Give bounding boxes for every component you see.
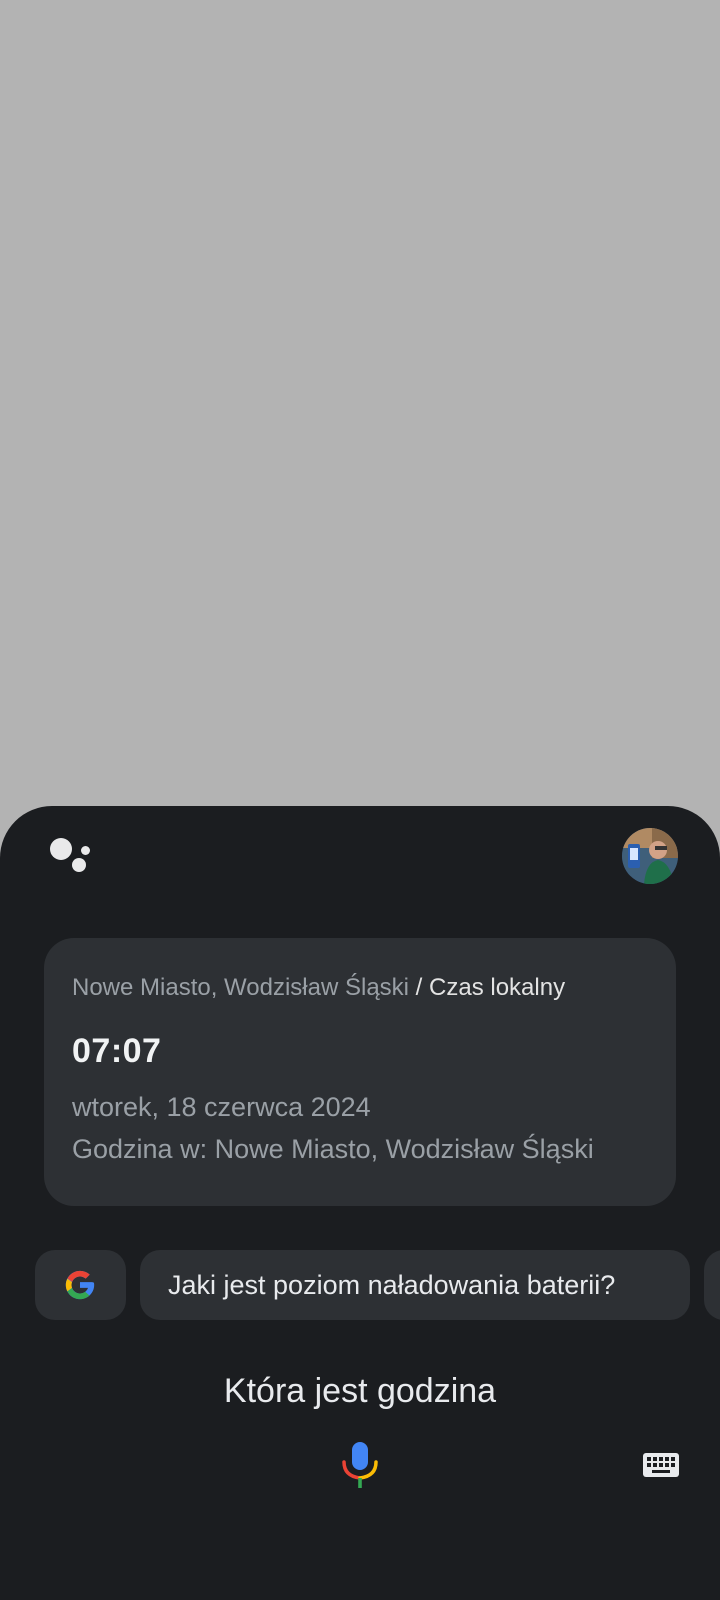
card-source-label: Czas lokalny	[429, 974, 566, 1001]
user-avatar-icon	[622, 828, 678, 884]
suggestion-chip-battery[interactable]: Jaki jest poziom naładowania baterii?	[140, 1250, 690, 1320]
keyboard-icon[interactable]	[642, 1450, 680, 1480]
card-place: Godzina w: Nowe Miasto, Wodzisław Śląski	[72, 1134, 594, 1164]
card-source-separator: /	[409, 974, 430, 1001]
google-search-chip[interactable]	[35, 1250, 126, 1320]
card-location: Nowe Miasto, Wodzisław Śląski	[72, 974, 409, 1001]
microphone-icon[interactable]	[340, 1442, 380, 1490]
card-date: wtorek, 18 czerwca 2024	[72, 1092, 371, 1122]
card-source: Nowe Miasto, Wodzisław Śląski / Czas lok…	[72, 974, 565, 1002]
assistant-sheet: Nowe Miasto, Wodzisław Śląski / Czas lok…	[0, 806, 720, 1600]
avatar[interactable]	[622, 828, 678, 884]
suggestion-label: Jaki jest poziom naładowania baterii?	[168, 1270, 616, 1300]
query-text: Która jest godzina	[223, 1372, 497, 1410]
time-answer-card[interactable]: Nowe Miasto, Wodzisław Śląski / Czas lok…	[44, 938, 676, 1206]
card-time: 07:07	[72, 1032, 162, 1070]
suggestion-chip-next[interactable]	[704, 1250, 720, 1320]
google-assistant-dots-icon	[50, 838, 92, 878]
google-g-icon	[65, 1270, 95, 1300]
background-scrim[interactable]	[0, 0, 720, 806]
